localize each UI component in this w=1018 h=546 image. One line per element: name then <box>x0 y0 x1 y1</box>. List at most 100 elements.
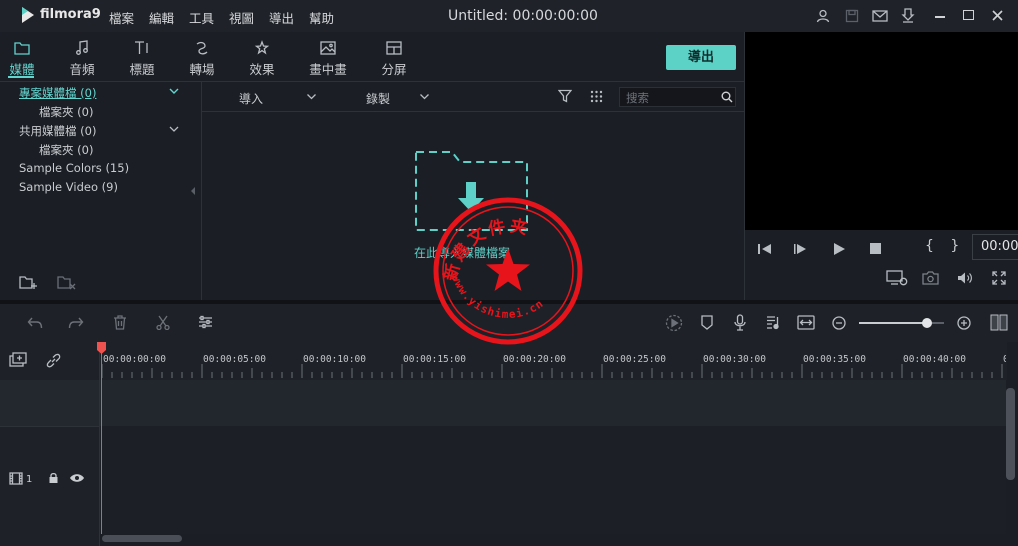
marker-icon[interactable] <box>701 315 713 330</box>
preview-screen <box>745 32 1018 230</box>
tab-titles[interactable]: 標題 <box>117 40 167 78</box>
minimize-icon[interactable] <box>935 16 945 18</box>
chevron-down-icon[interactable] <box>168 87 180 95</box>
menu-tools[interactable]: 工具 <box>189 8 214 27</box>
fullscreen-icon[interactable] <box>992 271 1006 285</box>
fit-timeline-icon[interactable] <box>797 315 815 330</box>
tab-label: 音頻 <box>69 62 95 77</box>
tab-pip[interactable]: 畫中畫 <box>303 40 353 78</box>
horizontal-scrollbar[interactable] <box>100 534 1007 546</box>
search-icon[interactable] <box>721 91 733 103</box>
chevron-down-icon[interactable] <box>168 125 180 133</box>
watermark-seal: 新建文件夹 www.yishimei.cn <box>432 196 584 346</box>
audio-mixer-icon[interactable] <box>766 315 781 330</box>
vertical-scrollbar-thumb[interactable] <box>1006 388 1015 480</box>
snapshot-icon[interactable] <box>922 271 939 285</box>
render-icon[interactable] <box>665 314 683 332</box>
save-icon[interactable] <box>845 9 859 23</box>
tab-effects[interactable]: 效果 <box>237 40 287 78</box>
download-icon[interactable] <box>901 8 915 23</box>
zoom-in-icon[interactable] <box>957 316 971 330</box>
close-icon[interactable] <box>992 10 1003 21</box>
tree-item-shared-media[interactable]: 共用媒體檔 (0) <box>19 123 96 139</box>
redo-icon[interactable] <box>68 316 84 330</box>
collapse-panel-icon[interactable] <box>191 187 196 195</box>
tree-item-project-folder[interactable]: 檔案夾 (0) <box>39 104 93 120</box>
ruler-tick-label: 00:00:05:00 <box>203 354 266 365</box>
tab-label: 標題 <box>129 62 155 77</box>
ruler-tick-label: 00:00:30:00 <box>703 354 766 365</box>
maximize-icon[interactable] <box>963 10 974 20</box>
add-track-icon[interactable] <box>9 352 29 370</box>
mail-icon[interactable] <box>872 10 888 22</box>
import-dropdown[interactable]: 導入 <box>239 90 263 107</box>
cut-icon[interactable] <box>156 315 170 330</box>
account-icon[interactable] <box>816 9 830 23</box>
app-logo: filmora9 <box>40 7 101 22</box>
play-icon[interactable] <box>832 242 846 256</box>
tree-item-sample-video[interactable]: Sample Video (9) <box>19 180 118 194</box>
ruler-tick-label: 00:00:20:00 <box>503 354 566 365</box>
link-icon[interactable] <box>45 352 62 369</box>
tab-label: 畫中畫 <box>309 62 347 77</box>
search-input[interactable] <box>626 90 716 105</box>
preview-timecode: 00:00:00:00 <box>972 234 1018 260</box>
menu-file[interactable]: 檔案 <box>109 8 134 27</box>
search-box[interactable] <box>619 87 736 107</box>
tab-label: 效果 <box>249 62 275 77</box>
tree-item-shared-folder[interactable]: 檔案夾 (0) <box>39 142 93 158</box>
grid-view-icon[interactable] <box>590 90 603 103</box>
tab-label: 分屏 <box>381 62 407 77</box>
microphone-icon[interactable] <box>734 314 746 331</box>
music-note-icon <box>57 40 107 56</box>
layout-toggle-icon[interactable] <box>990 314 1008 331</box>
previous-frame-icon[interactable] <box>757 242 773 256</box>
undo-icon[interactable] <box>27 316 43 330</box>
track-header-panel <box>0 342 100 546</box>
tab-split-screen[interactable]: 分屏 <box>369 40 419 78</box>
export-button[interactable]: 導出 <box>666 45 736 70</box>
menu-help[interactable]: 幫助 <box>309 8 334 27</box>
stop-icon[interactable] <box>870 243 881 254</box>
tree-divider <box>201 82 202 300</box>
menu-view[interactable]: 視圖 <box>229 8 254 27</box>
zoom-slider-handle[interactable] <box>922 318 932 328</box>
title-bar: filmora9 檔案 編輯 工具 視圖 導出 幫助 Untitled: 00:… <box>0 0 1018 32</box>
next-frame-icon[interactable] <box>793 242 809 256</box>
video-track-lane[interactable] <box>100 380 1007 426</box>
zoom-out-icon[interactable] <box>832 316 846 330</box>
render-preview-icon[interactable] <box>886 270 908 286</box>
tree-item-sample-colors[interactable]: Sample Colors (15) <box>19 161 129 175</box>
volume-icon[interactable] <box>957 271 973 285</box>
lock-icon[interactable] <box>48 472 59 484</box>
pip-icon <box>303 40 353 56</box>
ruler-tick-label: 00:00:45:00 <box>1003 354 1006 365</box>
ruler-tick-label: 00:00:15:00 <box>403 354 466 365</box>
new-folder-icon[interactable] <box>18 273 38 291</box>
text-icon <box>117 40 167 56</box>
tab-transitions[interactable]: 轉場 <box>177 40 227 78</box>
record-dropdown[interactable]: 錄製 <box>366 90 390 107</box>
track-number: 1 <box>26 474 33 485</box>
playhead-line[interactable] <box>101 342 102 534</box>
menu-edit[interactable]: 編輯 <box>149 8 174 27</box>
chevron-down-icon[interactable] <box>306 93 317 100</box>
delete-folder-icon[interactable] <box>56 273 76 291</box>
tree-item-project-media[interactable]: 專案媒體檔 (0) <box>19 85 96 101</box>
main-track-lane[interactable] <box>100 426 1007 534</box>
tab-media[interactable]: 媒體 <box>0 40 47 78</box>
chevron-down-icon[interactable] <box>419 93 430 100</box>
zoom-slider-fill <box>859 322 927 324</box>
video-track-header <box>0 380 100 426</box>
horizontal-scrollbar-thumb[interactable] <box>102 535 182 542</box>
mark-in-out-button[interactable]: { } <box>925 238 965 254</box>
menu-export[interactable]: 導出 <box>269 8 294 27</box>
eye-icon[interactable] <box>69 473 85 483</box>
seal-star-icon <box>486 248 530 291</box>
active-tab-indicator <box>8 76 34 78</box>
adjust-icon[interactable] <box>198 315 213 329</box>
filter-icon[interactable] <box>558 89 572 103</box>
tab-audio[interactable]: 音頻 <box>57 40 107 78</box>
delete-icon[interactable] <box>113 315 127 330</box>
ruler-tick-label: 00:00:25:00 <box>603 354 666 365</box>
